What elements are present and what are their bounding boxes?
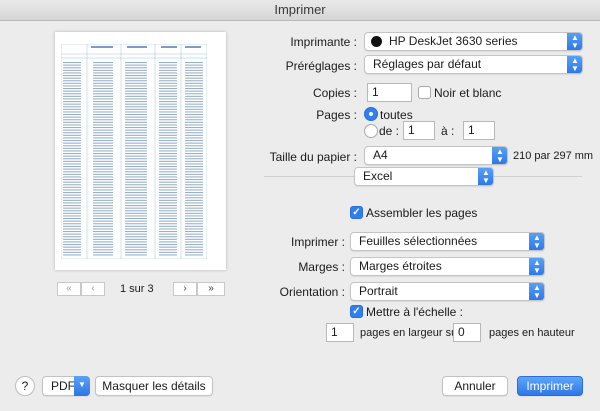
margins-select[interactable]: Marges étroites ▲ ▼ bbox=[350, 257, 545, 276]
pages-to-field[interactable]: 1 bbox=[463, 121, 495, 140]
first-page-button[interactable]: « bbox=[57, 282, 81, 296]
orientation-select[interactable]: Portrait ▲ ▼ bbox=[350, 282, 545, 301]
scale-label: Mettre à l'échelle : bbox=[366, 305, 464, 319]
chevron-updown-icon: ▲ ▼ bbox=[567, 56, 582, 73]
next-page-button[interactable]: › bbox=[173, 282, 197, 296]
scale-wide-field[interactable]: 1 bbox=[326, 323, 354, 342]
chevron-updown-icon: ▲ ▼ bbox=[529, 258, 544, 275]
margins-label: Marges : bbox=[298, 260, 345, 274]
printer-label: Imprimante : bbox=[290, 35, 357, 49]
spreadsheet-thumbnail bbox=[61, 44, 207, 259]
pdf-menu-button[interactable]: PDF ▼ bbox=[42, 376, 90, 396]
page-preview bbox=[55, 32, 226, 270]
scale-wide-label: pages en largeur sur bbox=[360, 327, 461, 339]
pages-from-label: de : bbox=[379, 124, 400, 138]
collate-label: Assembler les pages bbox=[366, 206, 478, 220]
pages-all-radio[interactable] bbox=[364, 107, 378, 121]
chevron-updown-icon: ▲ ▼ bbox=[529, 233, 544, 250]
print-what-label: Imprimer : bbox=[291, 235, 345, 249]
window-title: Imprimer bbox=[0, 0, 600, 21]
orientation-label: Orientation : bbox=[279, 285, 345, 299]
pages-to-label: à : bbox=[441, 124, 455, 138]
chevron-updown-icon: ▲ ▼ bbox=[478, 168, 493, 185]
page-indicator: 1 sur 3 bbox=[120, 283, 154, 295]
bw-checkbox[interactable] bbox=[418, 86, 431, 99]
chevron-updown-icon: ▲ ▼ bbox=[492, 147, 507, 164]
copies-field[interactable]: 1 bbox=[367, 83, 412, 102]
presets-value: Réglages par défaut bbox=[373, 57, 482, 71]
app-options-select[interactable]: Excel ▲ ▼ bbox=[354, 167, 494, 186]
margins-value: Marges étroites bbox=[359, 259, 442, 273]
scale-tall-field[interactable]: 0 bbox=[453, 323, 481, 342]
printer-select[interactable]: HP DeskJet 3630 series ▲ ▼ bbox=[364, 32, 583, 51]
paper-size-label: Taille du papier : bbox=[269, 150, 357, 164]
hide-details-button[interactable]: Masquer les détails bbox=[95, 376, 213, 396]
paper-size-select[interactable]: A4 ▲ ▼ bbox=[364, 146, 508, 165]
bw-label: Noir et blanc bbox=[434, 86, 502, 100]
app-options-value: Excel bbox=[363, 169, 393, 183]
scale-checkbox[interactable]: ✓ bbox=[350, 305, 363, 318]
printer-icon bbox=[371, 36, 382, 47]
paper-dimensions: 210 par 297 mm bbox=[513, 150, 594, 162]
pages-from-field[interactable]: 1 bbox=[403, 121, 435, 140]
help-button[interactable]: ? bbox=[15, 376, 35, 396]
pages-range-radio[interactable] bbox=[364, 124, 378, 138]
print-button[interactable]: Imprimer bbox=[517, 376, 583, 396]
presets-select[interactable]: Réglages par défaut ▲ ▼ bbox=[364, 55, 583, 74]
pages-label: Pages : bbox=[316, 108, 357, 122]
presets-label: Préréglages : bbox=[285, 59, 357, 73]
cancel-button[interactable]: Annuler bbox=[442, 376, 508, 396]
last-page-button[interactable]: » bbox=[197, 282, 225, 296]
printer-value: HP DeskJet 3630 series bbox=[389, 34, 518, 48]
print-what-select[interactable]: Feuilles sélectionnées ▲ ▼ bbox=[350, 232, 545, 251]
paper-size-value: A4 bbox=[373, 148, 388, 162]
pages-all-label: toutes bbox=[380, 108, 413, 122]
print-what-value: Feuilles sélectionnées bbox=[359, 234, 478, 248]
orientation-value: Portrait bbox=[359, 284, 398, 298]
chevron-down-icon: ▼ bbox=[74, 376, 90, 396]
previous-page-button[interactable]: ‹ bbox=[81, 282, 105, 296]
scale-tall-label: pages en hauteur bbox=[489, 327, 575, 339]
chevron-updown-icon: ▲ ▼ bbox=[567, 33, 582, 50]
copies-label: Copies : bbox=[312, 86, 357, 100]
chevron-updown-icon: ▲ ▼ bbox=[529, 283, 544, 300]
pdf-label: PDF bbox=[51, 379, 75, 393]
collate-checkbox[interactable]: ✓ bbox=[350, 206, 363, 219]
